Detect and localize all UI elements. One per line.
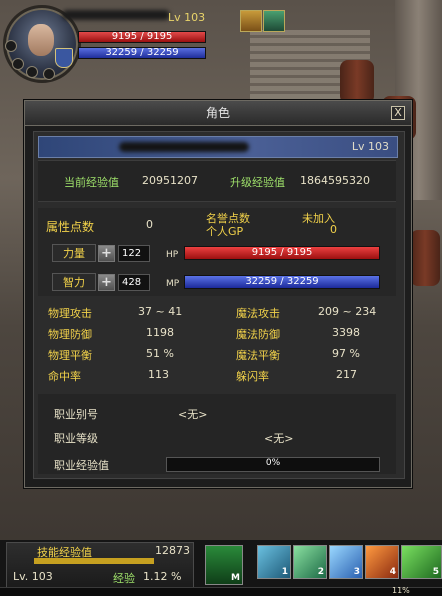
phys-atk-value: 37 ~ 41 (138, 305, 183, 318)
hit-rate-label: 命中率 (48, 370, 81, 383)
dodge-rate-value: 217 (336, 368, 357, 381)
current-exp-label: 当前经验值 (64, 176, 119, 189)
player-hp-bar: 9195 / 9195 (78, 31, 206, 43)
phys-def-value: 1198 (146, 326, 174, 339)
skill-slot-4[interactable]: 4 (365, 545, 399, 579)
skill-exp-value: 12873 (155, 544, 190, 557)
job-exp-bar: 0% (166, 457, 380, 472)
character-level: Lv 103 (351, 140, 389, 153)
next-exp-value: 1864595320 (300, 174, 370, 187)
background-barrel (410, 230, 440, 286)
mag-balance-value: 97 % (332, 347, 360, 360)
attribute-points-label: 属性点数 (46, 220, 95, 234)
character-panel: Lv 103 当前经验值 20951207 升级经验值 1864595320 属… (33, 131, 405, 479)
phys-def-label: 物理防御 (48, 328, 92, 341)
mag-atk-value: 209 ~ 234 (318, 305, 377, 318)
job-grade-label: 职业等级 (54, 432, 98, 445)
character-window: 角色 X Lv 103 当前经验值 20951207 升级经验值 1864595… (24, 100, 412, 488)
strength-label: 力量 (52, 244, 96, 262)
job-title-value: <无> (178, 408, 208, 421)
slot-number: 2 (317, 567, 324, 577)
background-barrel (340, 60, 374, 104)
mag-def-value: 3398 (332, 326, 360, 339)
mp-tag: MP (166, 279, 180, 289)
bottom-percent: 11% (392, 586, 410, 595)
slot-number: 4 (389, 567, 396, 577)
hp-tag: HP (166, 250, 179, 260)
job-title-label: 职业别号 (54, 408, 98, 421)
job-exp-label: 职业经验值 (54, 459, 109, 472)
window-title[interactable]: 角色 (25, 101, 411, 126)
slot-number: 3 (353, 567, 360, 577)
skill-slot-3[interactable]: 3 (329, 545, 363, 579)
mag-balance-label: 魔法平衡 (236, 349, 280, 362)
intelligence-add-button[interactable]: + (98, 274, 115, 291)
skill-slot-mode[interactable]: M (205, 545, 243, 585)
mag-def-label: 魔法防御 (236, 328, 280, 341)
dodge-rate-label: 躲闪率 (236, 370, 269, 383)
scroll-buff-icon[interactable] (240, 10, 262, 32)
character-name-bar: Lv 103 (38, 136, 398, 158)
mag-atk-label: 魔法攻击 (236, 307, 280, 320)
skill-slot-2[interactable]: 2 (293, 545, 327, 579)
slot-number: 5 (432, 567, 439, 577)
skill-slot-5[interactable]: 5 (401, 545, 442, 579)
exp-value: 1.12 % (143, 570, 182, 583)
character-name-censored (119, 142, 249, 152)
attribute-points-value: 0 (146, 218, 153, 231)
exp-panel: 技能经验值 12873 Lv. 103 经验 1.12 % (6, 542, 194, 588)
attribute-section: 属性点数 0 名誉点数 未加入 个人GP 0 力量 + 122 HP 9195 … (38, 208, 396, 296)
exp-label: 经验 (113, 572, 135, 585)
experience-section: 当前经验值 20951207 升级经验值 1864595320 (38, 160, 396, 202)
hit-rate-value: 113 (148, 368, 169, 381)
portrait-ring-button[interactable] (12, 58, 24, 70)
personal-gp-label: 个人GP (206, 225, 244, 238)
intelligence-value: 428 (118, 274, 150, 291)
intelligence-label: 智力 (52, 273, 96, 291)
job-grade-value: <无> (264, 432, 294, 445)
strength-value: 122 (118, 245, 150, 262)
skill-slot-key: M (231, 573, 240, 583)
sword-buff-icon[interactable] (263, 10, 285, 32)
skill-slot-1[interactable]: 1 (257, 545, 291, 579)
close-button[interactable]: X (391, 106, 405, 120)
personal-gp-value: 0 (330, 223, 337, 236)
phys-balance-label: 物理平衡 (48, 349, 92, 362)
hud-level: Lv. 103 (13, 570, 53, 583)
portrait-ring-button[interactable] (43, 68, 55, 80)
phys-balance-value: 51 % (146, 347, 174, 360)
phys-atk-label: 物理攻击 (48, 307, 92, 320)
portrait-ring-button[interactable] (26, 66, 38, 78)
current-exp-value: 20951207 (142, 174, 198, 187)
mp-bar: 32259 / 32259 (184, 275, 380, 289)
strength-add-button[interactable]: + (98, 245, 115, 262)
next-exp-label: 升级经验值 (230, 176, 285, 189)
portrait-face (28, 24, 54, 56)
player-name-censored (62, 10, 170, 20)
portrait-ring-button[interactable] (5, 40, 17, 52)
player-level: Lv 103 (168, 11, 206, 24)
guild-shield-icon[interactable] (55, 48, 73, 68)
player-mp-bar: 32259 / 32259 (78, 47, 206, 59)
slot-number: 1 (281, 567, 288, 577)
job-section: 职业别号 <无> 职业等级 <无> 职业经验值 0% (38, 394, 396, 474)
hp-bar: 9195 / 9195 (184, 246, 380, 260)
skill-exp-fill (34, 558, 154, 564)
